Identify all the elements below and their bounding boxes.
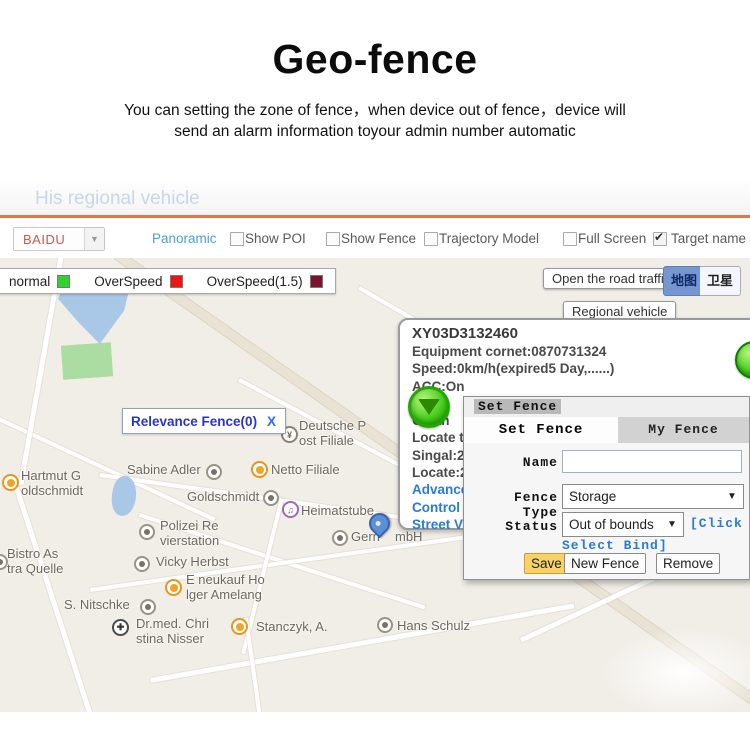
- map-canvas[interactable]: normal OverSpeed OverSpeed(1.5) Open the…: [0, 258, 750, 712]
- name-label: Name: [482, 455, 558, 470]
- popup-equipment-line: Equipment cornet:0870731324: [412, 343, 750, 360]
- checkbox-show-poi[interactable]: [230, 232, 244, 246]
- place-dot-icon: [332, 530, 348, 546]
- new-fence-button[interactable]: New Fence: [564, 553, 646, 574]
- tab-set-fence[interactable]: Set Fence: [464, 417, 618, 443]
- shop-icon: [2, 474, 19, 491]
- app-tab-title: His regional vehicle: [35, 188, 200, 210]
- poi-stanczyk: Stanczyk, A.: [256, 619, 328, 634]
- road-traffic-button[interactable]: Open the road traffic: [543, 268, 679, 289]
- poi-vicky-herbst: Vicky Herbst: [156, 554, 229, 569]
- checkbox-trajectory-model[interactable]: [424, 232, 438, 246]
- poi-deutsche-post: Deutsche P ost Filiale: [299, 418, 377, 448]
- app-header: His regional vehicle: [0, 183, 750, 215]
- fence-name-input[interactable]: [562, 450, 742, 473]
- save-button[interactable]: Save: [524, 553, 569, 574]
- park-area: [61, 342, 113, 379]
- status-label: Status: [504, 519, 558, 534]
- dialog-title: Set Fence: [474, 399, 561, 414]
- heimatstube-icon: ♫: [282, 501, 299, 518]
- doctor-cross-icon: ✚: [112, 619, 129, 636]
- popup-acc-line: ACC:On: [412, 378, 750, 395]
- poi-s-nitschke: S. Nitschke: [64, 597, 130, 612]
- poi-hans-schulz: Hans Schulz: [397, 618, 470, 633]
- page-title: Geo-fence: [0, 36, 750, 83]
- tab-my-fence[interactable]: My Fence: [618, 417, 749, 443]
- checkbox-show-fence[interactable]: [326, 232, 340, 246]
- checkbox-target-name-label: Target name: [671, 231, 746, 246]
- lake: [58, 286, 130, 344]
- fence-type-value: Storage: [563, 489, 727, 504]
- fence-type-label: Fence Type: [472, 490, 558, 520]
- popup-speed-line: Speed:0km/h(expired5 Day,......): [412, 360, 750, 377]
- place-dot-icon: [139, 524, 155, 540]
- checkbox-trajectory-model-label: Trajectory Model: [439, 231, 539, 246]
- poi-heimatstube: Heimatstube: [301, 503, 374, 518]
- legend-overspeed15-label: OverSpeed(1.5): [207, 274, 303, 289]
- place-dot-icon: [263, 490, 279, 506]
- set-fence-dialog: Set Fence Set Fence My Fence Name Fence …: [463, 396, 750, 580]
- checkbox-show-poi-label: Show POI: [245, 231, 306, 246]
- checkbox-show-fence-label: Show Fence: [341, 231, 416, 246]
- speed-legend: normal OverSpeed OverSpeed(1.5): [0, 268, 336, 294]
- remove-button[interactable]: Remove: [656, 553, 720, 574]
- poi-sabine-adler: Sabine Adler: [127, 462, 201, 477]
- place-dot-icon: [140, 599, 156, 615]
- legend-overspeed-label: OverSpeed: [94, 274, 162, 289]
- poi-bistro-astra-quelle: Bistro As tra Quelle: [7, 546, 73, 576]
- poi-hartmut-goldschmidt: Hartmut G oldschmidt: [21, 468, 99, 498]
- status-select[interactable]: Out of bounds ▼: [562, 512, 684, 537]
- fence-type-select[interactable]: Storage ▼: [562, 484, 744, 509]
- map-highlight: [600, 628, 750, 712]
- status-value: Out of bounds: [563, 517, 667, 532]
- shop-icon: [231, 618, 248, 635]
- toolbar: BAIDU ▼ Panoramic Show POI Show Fence Tr…: [0, 218, 750, 259]
- poi-neukauf-amelang: E neukauf Ho lger Amelang: [186, 572, 286, 602]
- poi-goldschmidt: Goldschmidt: [187, 489, 259, 504]
- select-bind-link[interactable]: Select Bind]: [562, 538, 668, 553]
- legend-overspeed15-swatch: [310, 275, 323, 288]
- checkbox-full-screen[interactable]: [563, 232, 577, 246]
- checkbox-target-name[interactable]: [653, 232, 667, 246]
- chevron-down-icon[interactable]: ▼: [84, 228, 104, 250]
- panoramic-link[interactable]: Panoramic: [152, 231, 217, 246]
- map-provider-value: BAIDU: [14, 232, 84, 247]
- place-dot-icon: [134, 556, 150, 572]
- checkbox-full-screen-label: Full Screen: [578, 231, 646, 246]
- chevron-down-icon: ▼: [727, 491, 743, 502]
- poi-polizei: Polizei Re vierstation: [160, 518, 240, 548]
- poi-drmed-nisser: Dr.med. Chri stina Nisser: [136, 616, 224, 646]
- click-select-bind-link[interactable]: [Click: [690, 516, 743, 531]
- satellite-type-button[interactable]: 卫星: [700, 266, 741, 296]
- dialog-titlebar[interactable]: Set Fence: [464, 397, 749, 418]
- close-icon[interactable]: X: [267, 414, 285, 429]
- poi-netto-filiale: Netto Filiale: [271, 462, 340, 477]
- relevance-fence-tag[interactable]: Relevance Fence(0) X: [122, 408, 286, 434]
- alarm-message-icon[interactable]: [408, 386, 450, 428]
- page-subtitle: You can setting the zone of fence，when d…: [0, 100, 750, 142]
- place-dot-icon: [206, 464, 222, 480]
- subtitle-line-1: You can setting the zone of fence，when d…: [0, 100, 750, 121]
- subtitle-line-2: send an alarm information toyour admin n…: [0, 121, 750, 142]
- map-type-button[interactable]: 地图: [663, 266, 705, 296]
- place-dot-icon: [377, 617, 393, 633]
- map-provider-select[interactable]: BAIDU ▼: [13, 227, 105, 251]
- relevance-fence-label: Relevance Fence(0): [123, 414, 267, 429]
- chevron-down-icon: ▼: [667, 519, 683, 530]
- legend-normal-swatch: [57, 275, 70, 288]
- shop-icon: [165, 579, 182, 596]
- shop-icon: [251, 461, 268, 478]
- vehicle-id: XY03D3132460: [412, 325, 750, 343]
- legend-normal-label: normal: [9, 274, 50, 289]
- legend-overspeed-swatch: [170, 275, 183, 288]
